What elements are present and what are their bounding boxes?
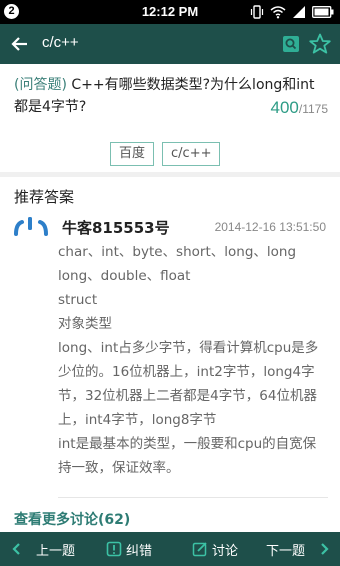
answer-line: struct — [58, 292, 98, 308]
favorite-button[interactable] — [308, 32, 332, 56]
answer-timestamp: 2014-12-16 13:51:50 — [214, 220, 326, 234]
chevron-right-icon — [321, 543, 329, 555]
answer-divider — [58, 497, 328, 498]
answer-line: 对象类型 — [58, 316, 112, 332]
answer-line: long、int占多少字节，得看计算机cpu是多少位的。16位机器上，int2字… — [58, 340, 319, 428]
discuss-label: 讨论 — [212, 543, 239, 559]
answer-username[interactable]: 牛客815553号 — [62, 217, 170, 238]
star-icon — [309, 33, 331, 54]
battery-icon — [312, 6, 334, 18]
question-counter: 400/1175 — [270, 98, 328, 118]
section-title: 推荐答案 — [14, 188, 75, 206]
answer-line: int是最基本的类型，一般要和cpu的自宽保持一致，保证效率。 — [58, 436, 317, 476]
tag-cpp[interactable]: c/c++ — [162, 142, 221, 166]
vibrate-icon — [250, 5, 264, 19]
question-total: /1175 — [298, 102, 328, 116]
answer-body: char、int、byte、short、long、long long、doubl… — [58, 240, 328, 480]
section-divider — [0, 172, 340, 177]
search-doc-icon — [283, 36, 299, 52]
arrow-left-icon — [11, 37, 27, 51]
more-discussion-link[interactable]: 查看更多讨论(62) — [14, 509, 130, 529]
tag-baidu[interactable]: 百度 — [110, 142, 155, 166]
search-doc-button[interactable] — [280, 33, 302, 55]
chevron-left-icon — [12, 543, 20, 555]
next-question-button[interactable]: 下一题 — [266, 532, 331, 566]
bottom-bar: 上一题 纠错 讨论 下一题 — [0, 532, 340, 566]
prev-question-label: 上一题 — [36, 543, 76, 559]
status-icons — [250, 4, 334, 20]
back-button[interactable] — [8, 32, 32, 56]
report-icon — [106, 541, 122, 557]
page-title: c/c++ — [42, 34, 79, 51]
question-views: 400 — [270, 98, 299, 117]
next-question-label: 下一题 — [266, 543, 306, 559]
status-bar: 2 12:12 PM — [0, 0, 340, 24]
wifi-icon — [270, 6, 286, 19]
avatar — [14, 217, 48, 236]
signal-icon — [293, 6, 305, 18]
discuss-button[interactable]: 讨论 — [192, 532, 238, 566]
answer-line: char、int、byte、short、long、long long、doubl… — [58, 244, 297, 284]
top-toolbar: c/c++ — [0, 24, 340, 64]
edit-icon — [192, 542, 207, 557]
question-type-tag: (问答题) — [14, 77, 67, 93]
tag-list: 百度 c/c++ — [110, 142, 221, 166]
report-error-button[interactable]: 纠错 — [106, 532, 152, 566]
report-error-label: 纠错 — [126, 543, 153, 559]
prev-question-button[interactable]: 上一题 — [10, 532, 75, 566]
